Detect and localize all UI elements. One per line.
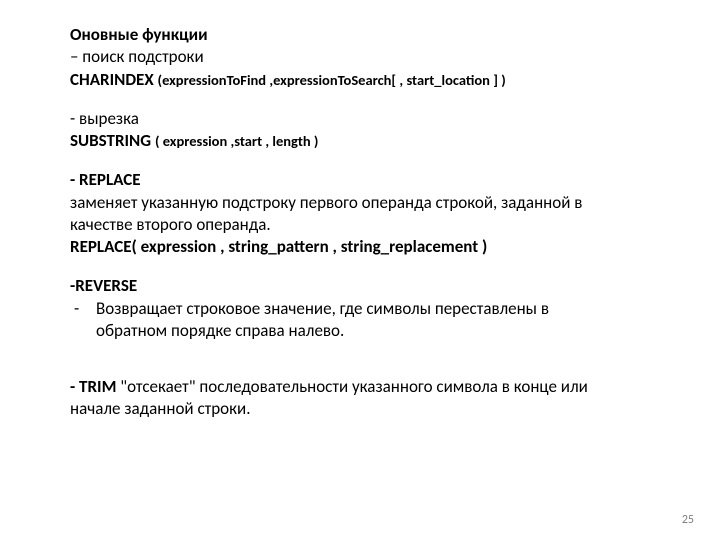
bullet-dash-icon: -	[70, 298, 96, 343]
charindex-params: (expressionToFind ,expressionToSearch[ ,…	[158, 71, 506, 89]
charindex-signature: CHARINDEX (expressionToFind ,expressionT…	[70, 69, 720, 90]
reverse-desc: Возвращает строковое значение, где симво…	[96, 298, 549, 343]
replace-header: - REPLACE	[70, 169, 720, 190]
trim-desc1: "отсекает" последовательности указанного…	[120, 376, 588, 397]
charindex-intro: – поиск подстроки	[70, 46, 720, 67]
substring-intro: - вырезка	[70, 108, 720, 129]
reverse-bullet: - Возвращает строковое значение, где сим…	[70, 298, 720, 343]
reverse-line2: обратном порядке справа налево.	[96, 320, 549, 341]
page-number: 25	[682, 513, 694, 528]
substring-params: ( expression ,start , length )	[155, 132, 318, 150]
slide-body: Оновные функции – поиск подстроки CHARIN…	[0, 0, 720, 420]
trim-line1: - TRIM "отсекает" последовательности ука…	[70, 376, 720, 397]
replace-desc-line1: заменяет указанную подстроку первого опе…	[70, 192, 720, 213]
section-title: Оновные функции	[70, 24, 720, 45]
trim-func-name: - TRIM	[70, 376, 120, 397]
reverse-header: -REVERSE	[70, 275, 720, 296]
trim-desc2: начале заданной строки.	[70, 398, 720, 419]
charindex-func-name: CHARINDEX	[70, 69, 158, 90]
substring-func-name: SUBSTRING	[70, 130, 155, 151]
replace-desc-line2: качестве второго операнда.	[70, 214, 720, 235]
substring-signature: SUBSTRING ( expression ,start , length )	[70, 130, 720, 151]
replace-signature: REPLACE( expression , string_pattern , s…	[70, 236, 720, 257]
reverse-line1: Возвращает строковое значение, где симво…	[96, 298, 549, 319]
